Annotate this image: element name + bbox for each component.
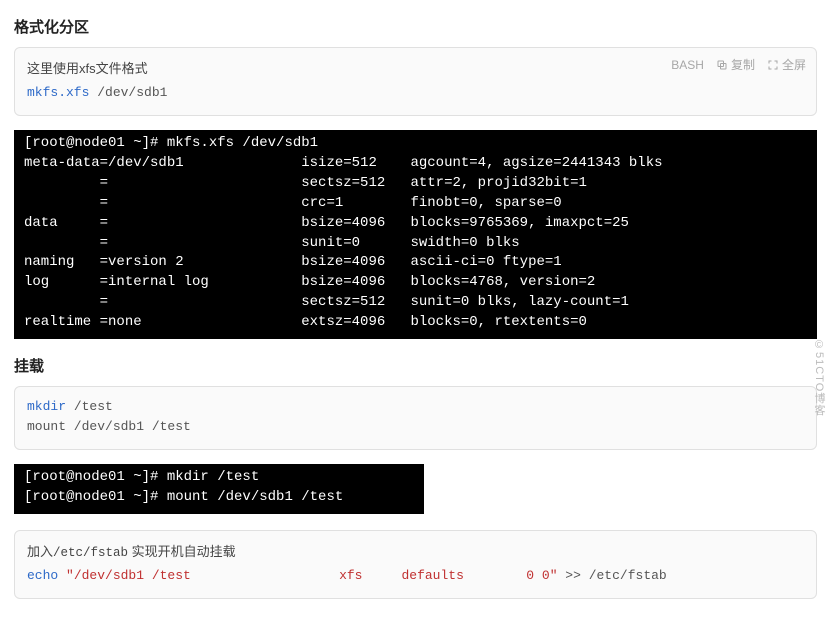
fullscreen-label: 全屏 bbox=[782, 56, 806, 73]
code-tail: >> /etc/fstab bbox=[558, 568, 667, 583]
copy-label: 复制 bbox=[731, 56, 755, 73]
code-cmd-mkdir: mkdir bbox=[27, 399, 66, 414]
code-block-mkfs: BASH 复制 全屏 这里使用xfs文件格式 mkfs.xfs /dev/sdb… bbox=[14, 47, 817, 116]
terminal-output-mkfs: [root@node01 ~]# mkfs.xfs /dev/sdb1 meta… bbox=[14, 130, 817, 339]
fullscreen-icon bbox=[767, 59, 779, 71]
note-pre: 加入 bbox=[27, 544, 53, 559]
code-echo: echo bbox=[27, 568, 58, 583]
code-cmd: mkfs.xfs bbox=[27, 85, 89, 100]
code-arg: /dev/sdb1 bbox=[89, 85, 167, 100]
fstab-note: 加入/etc/fstab 实现开机自动挂载 bbox=[27, 541, 804, 560]
code-toolbar: BASH 复制 全屏 bbox=[671, 56, 806, 73]
copy-button[interactable]: 复制 bbox=[716, 56, 755, 73]
watermark: ©51CTO博客 bbox=[811, 339, 827, 416]
code-arg-mkdir: /test bbox=[66, 399, 113, 414]
code-content: echo "/dev/sdb1 /test xfs defaults 0 0" … bbox=[27, 566, 804, 586]
code-content: mkfs.xfs /dev/sdb1 bbox=[27, 83, 804, 103]
section-heading-format: 格式化分区 bbox=[14, 16, 817, 37]
code-line-mount: mount /dev/sdb1 /test bbox=[27, 419, 191, 434]
terminal-output-mount: [root@node01 ~]# mkdir /test [root@node0… bbox=[14, 464, 424, 514]
code-block-mount: mkdir /test mount /dev/sdb1 /test bbox=[14, 386, 817, 450]
code-content: mkdir /test mount /dev/sdb1 /test bbox=[27, 397, 804, 437]
note-post: 实现开机自动挂载 bbox=[128, 544, 236, 559]
fullscreen-button[interactable]: 全屏 bbox=[767, 56, 806, 73]
code-str: "/dev/sdb1 /test xfs defaults 0 0" bbox=[58, 568, 557, 583]
code-block-fstab: 加入/etc/fstab 实现开机自动挂载 echo "/dev/sdb1 /t… bbox=[14, 530, 817, 599]
section-heading-mount: 挂载 bbox=[14, 355, 817, 376]
note-code: /etc/fstab bbox=[53, 546, 128, 560]
code-lang-label: BASH bbox=[671, 58, 704, 72]
copy-icon bbox=[716, 59, 728, 71]
